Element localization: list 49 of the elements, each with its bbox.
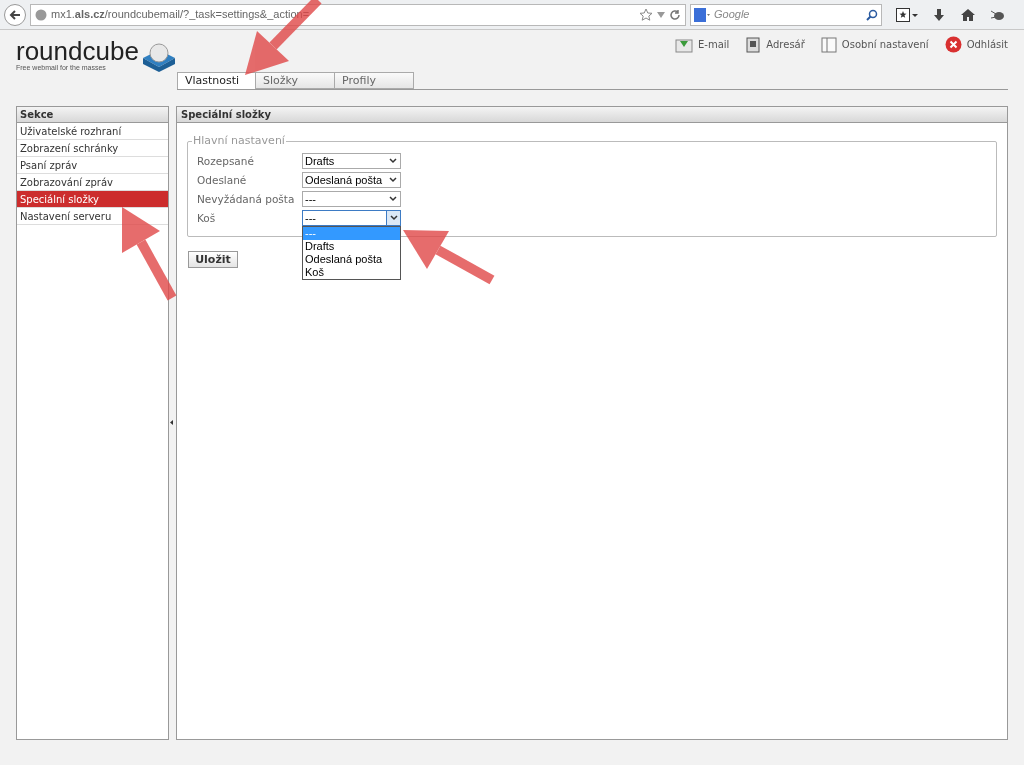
- search-field[interactable]: Google: [690, 3, 882, 26]
- logo-text: roundcube: [16, 38, 139, 64]
- back-arrow-icon: [9, 8, 21, 21]
- search-icon[interactable]: [866, 8, 878, 21]
- caret-icon: [389, 158, 397, 164]
- caret-icon: [389, 196, 397, 202]
- address-book-icon: [745, 36, 762, 53]
- panel-icon: [820, 36, 837, 53]
- logo-icon: [140, 42, 177, 72]
- back-button[interactable]: [4, 3, 26, 26]
- select-field[interactable]: Drafts: [302, 153, 401, 169]
- home-icon[interactable]: [960, 7, 976, 22]
- save-button[interactable]: Uložit: [188, 251, 238, 268]
- field-label: Odeslané: [197, 173, 247, 187]
- dropdown-option[interactable]: Drafts: [303, 240, 400, 253]
- tab[interactable]: Profily: [335, 72, 414, 89]
- nav-link[interactable]: Osobní nastavení: [820, 36, 929, 53]
- panel-header: Speciální složky: [177, 107, 1007, 123]
- close-icon: [944, 36, 962, 53]
- select-field[interactable]: Odeslaná pošta: [302, 172, 401, 188]
- sidebar-item[interactable]: Uživatelské rozhraní: [17, 123, 168, 140]
- field-label: Nevyžádaná pošta: [197, 192, 295, 206]
- tab[interactable]: Složky: [256, 72, 335, 89]
- dropdown-option[interactable]: Odeslaná pošta: [303, 253, 400, 266]
- bookmarks-icon[interactable]: [896, 7, 918, 22]
- tab[interactable]: Vlastnosti: [177, 72, 256, 89]
- download-icon[interactable]: [932, 7, 946, 22]
- search-engine-icon: [694, 7, 710, 22]
- globe-icon: [35, 8, 47, 21]
- search-placeholder: Google: [714, 7, 751, 23]
- nav-link[interactable]: Adresář: [745, 36, 805, 53]
- reload-icon[interactable]: [669, 8, 681, 21]
- caret-icon: [389, 177, 397, 183]
- mail-icon: [675, 36, 693, 53]
- fieldset-legend: Hlavní nastavení: [192, 135, 286, 147]
- star-icon[interactable]: [639, 7, 653, 22]
- caret-icon: [389, 215, 398, 221]
- dropdown-arrow-icon[interactable]: [657, 11, 665, 18]
- field-label: Rozepsané: [197, 154, 254, 168]
- nav-link[interactable]: Odhlásit: [944, 36, 1008, 53]
- sidebar-header: Sekce: [17, 107, 168, 123]
- select-field[interactable]: ---: [302, 191, 401, 207]
- field-label: Koš: [197, 211, 216, 225]
- sidebar-item[interactable]: Zobrazení schránky: [17, 140, 168, 157]
- dropdown-option[interactable]: Koš: [303, 266, 400, 279]
- sidebar-item[interactable]: Speciální složky: [17, 191, 168, 208]
- sidebar-item[interactable]: Psaní zpráv: [17, 157, 168, 174]
- nav-link[interactable]: E-mail: [675, 36, 730, 53]
- select-field[interactable]: ---: [302, 210, 401, 226]
